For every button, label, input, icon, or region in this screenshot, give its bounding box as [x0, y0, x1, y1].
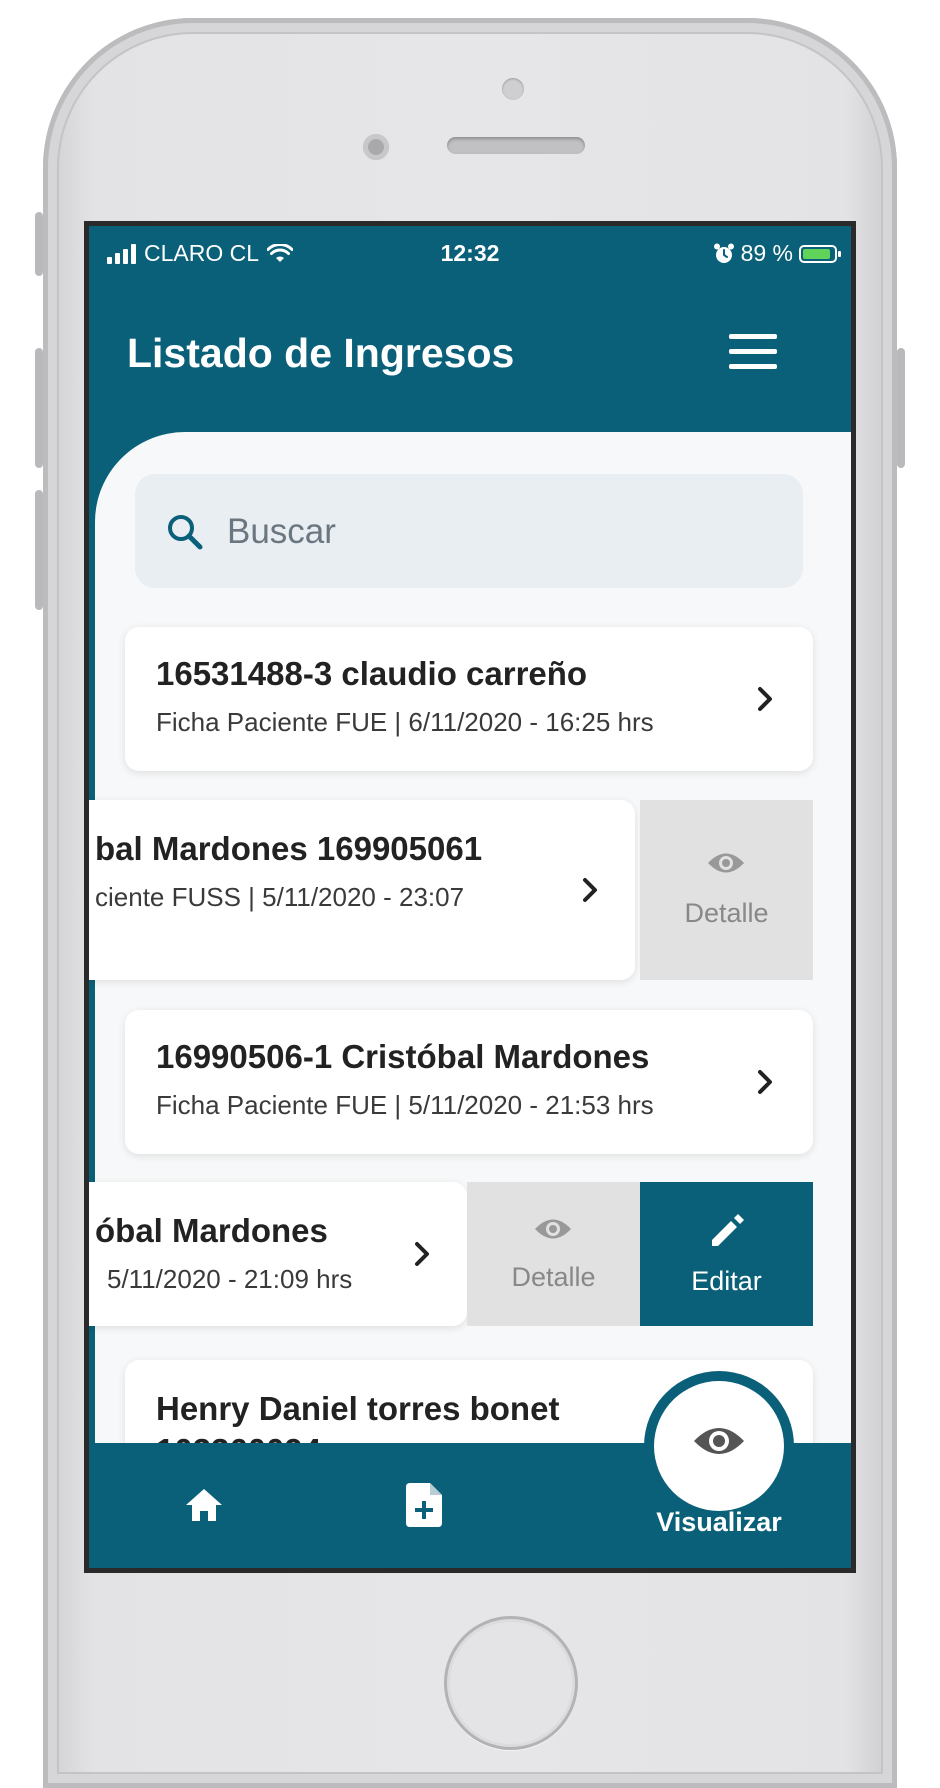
- eye-icon: [694, 1428, 744, 1454]
- battery-icon: [799, 244, 841, 263]
- chevron-right-icon: [758, 687, 772, 711]
- page-title: Listado de Ingresos: [127, 330, 515, 376]
- record-subtitle: Ficha Paciente FUE | 5/11/2020 - 21:53 h…: [156, 1090, 654, 1120]
- record-subtitle: 5/11/2020 - 21:09 hrs: [107, 1264, 353, 1294]
- power-button: [897, 348, 905, 468]
- record-title: 16531488-3 claudio carreño: [156, 655, 588, 692]
- view-label: Visualizar: [656, 1507, 782, 1537]
- record-title: óbal Mardones: [95, 1212, 328, 1249]
- search-placeholder: Buscar: [227, 512, 336, 551]
- detail-button[interactable]: Detalle: [640, 800, 813, 980]
- chevron-right-icon: [583, 878, 597, 902]
- front-camera: [363, 134, 389, 160]
- pencil-icon: [712, 1214, 744, 1246]
- record-subtitle: Ficha Paciente FUE | 6/11/2020 - 16:25 h…: [156, 707, 654, 737]
- edit-button[interactable]: Editar: [640, 1182, 813, 1326]
- volume-down-button: [35, 490, 43, 610]
- record-title: Henry Daniel torres bonet: [156, 1390, 560, 1427]
- proximity-sensor: [502, 78, 524, 100]
- list-item[interactable]: óbal Mardones 5/11/2020 - 21:09 hrs: [89, 1182, 467, 1326]
- record-title: 16990506-1 Cristóbal Mardones: [156, 1038, 650, 1075]
- search-icon: [168, 515, 203, 550]
- battery-fill: [803, 248, 830, 259]
- alarm-icon: [713, 243, 734, 263]
- list-item[interactable]: 16990506-1 Cristóbal Mardones Ficha Paci…: [125, 1010, 813, 1154]
- detail-label: Detalle: [511, 1262, 596, 1292]
- volume-up-button: [35, 348, 43, 468]
- list-item[interactable]: 16531488-3 claudio carreño Ficha Pacient…: [125, 627, 813, 771]
- chevron-right-icon: [415, 1242, 429, 1266]
- mute-switch: [35, 212, 43, 276]
- detail-button[interactable]: Detalle: [467, 1182, 640, 1326]
- search-input[interactable]: Buscar: [135, 474, 803, 588]
- hamburger-menu-icon[interactable]: [729, 334, 777, 374]
- status-bar: CLARO CL 12:32 89 %: [89, 226, 851, 282]
- file-add-icon[interactable]: [406, 1483, 442, 1527]
- record-title: bal Mardones 169905061: [95, 830, 483, 867]
- chevron-right-icon: [758, 1070, 772, 1094]
- app-screen: CLARO CL 12:32 89 % Listado de Ingresos: [89, 226, 851, 1568]
- battery-percent: 89 %: [740, 240, 793, 266]
- home-icon[interactable]: [184, 1487, 224, 1523]
- earpiece-speaker: [447, 137, 585, 154]
- edit-label: Editar: [691, 1266, 762, 1296]
- list-item[interactable]: bal Mardones 169905061 ciente FUSS | 5/1…: [89, 800, 635, 980]
- view-button[interactable]: [654, 1381, 784, 1511]
- eye-icon: [535, 1219, 571, 1239]
- detail-label: Detalle: [684, 898, 769, 928]
- home-button[interactable]: [444, 1616, 578, 1750]
- eye-icon: [708, 853, 744, 873]
- record-subtitle: ciente FUSS | 5/11/2020 - 23:07: [95, 882, 465, 912]
- bottom-navigation: Visualizar: [89, 1371, 851, 1568]
